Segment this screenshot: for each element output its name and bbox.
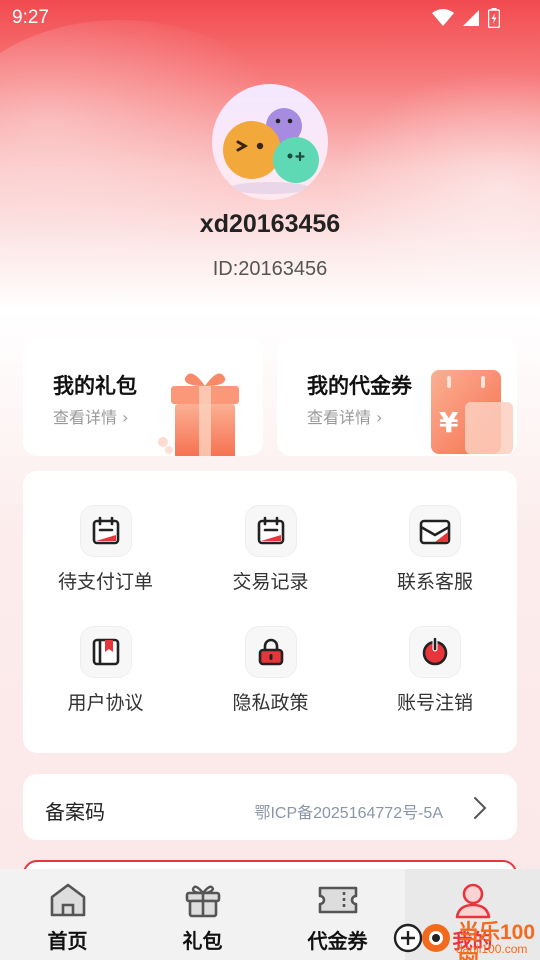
icp-filing-row[interactable]: 备案码 鄂ICP备2025164772号-5A	[23, 774, 517, 840]
power-icon	[409, 626, 461, 678]
contact-support-label: 联系客服	[396, 571, 473, 593]
my-vouchers-card[interactable]: 我的代金券 查看详情 › ¥	[277, 338, 517, 456]
user-agreement-item[interactable]: 用户协议	[23, 626, 188, 715]
delete-account-item[interactable]: 账号注销	[353, 626, 517, 715]
calendar-record-icon	[244, 505, 297, 557]
delete-account-label: 账号注销	[396, 692, 473, 714]
gift-icon	[185, 885, 220, 918]
username: xd20163456	[199, 210, 341, 238]
lock-icon	[244, 626, 297, 678]
wifi-icon	[432, 9, 454, 26]
bookmark-book-icon	[79, 626, 132, 678]
mail-icon	[409, 505, 461, 557]
my-gifts-details-link[interactable]: 查看详情 ›	[53, 404, 129, 428]
my-gifts-card[interactable]: 我的礼包 查看详情 ›	[23, 338, 263, 456]
transaction-records-label: 交易记录	[232, 571, 309, 593]
home-icon	[50, 883, 85, 917]
my-gifts-title: 我的礼包	[53, 374, 137, 398]
icp-label: 备案码	[45, 800, 105, 824]
calendar-order-icon	[79, 505, 132, 557]
tab-vouchers-label: 代金券	[307, 929, 368, 953]
privacy-policy-label: 隐私政策	[232, 692, 309, 714]
status-time: 9:27	[12, 7, 49, 28]
tab-gifts[interactable]: 礼包	[135, 869, 270, 960]
icp-value: 鄂ICP备2025164772号-5A	[254, 805, 443, 822]
tab-gifts-label: 礼包	[182, 929, 223, 953]
gift-box-illustration-icon	[158, 373, 239, 456]
contact-support-item[interactable]: 联系客服	[353, 505, 517, 594]
services-menu-card: 待支付订单 交易记录 联系客服 用户协议 隐私政策 账号注销	[23, 471, 517, 753]
site-watermark: 当乐100网 danji100.com	[392, 914, 540, 960]
privacy-policy-item[interactable]: 隐私政策	[188, 626, 353, 715]
battery-charging-icon	[488, 8, 500, 28]
tab-home[interactable]: 首页	[0, 869, 135, 960]
watermark-url-text: danji100.com	[456, 942, 528, 956]
user-id: ID:20163456	[212, 258, 328, 280]
my-vouchers-details-link[interactable]: 查看详情 ›	[307, 404, 383, 428]
transaction-records-item[interactable]: 交易记录	[188, 505, 353, 594]
pending-orders-item[interactable]: 待支付订单	[23, 505, 188, 594]
status-icons	[432, 8, 500, 28]
watermark-logo-icon	[393, 923, 450, 953]
pending-orders-label: 待支付订单	[57, 571, 153, 593]
user-agreement-label: 用户协议	[67, 692, 144, 714]
status-bar: 9:27	[0, 0, 540, 36]
tab-vouchers[interactable]: 代金券	[270, 869, 405, 960]
chevron-right-icon	[474, 797, 487, 819]
cell-signal-icon	[463, 10, 479, 26]
avatar-blobs-image	[223, 108, 319, 194]
avatar[interactable]	[212, 84, 328, 200]
tab-home-label: 首页	[47, 929, 88, 953]
svg-text:¥: ¥	[439, 406, 459, 439]
ticket-icon	[318, 886, 357, 914]
my-vouchers-title: 我的代金券	[307, 374, 412, 398]
voucher-ticket-illustration-icon: ¥	[431, 370, 513, 454]
